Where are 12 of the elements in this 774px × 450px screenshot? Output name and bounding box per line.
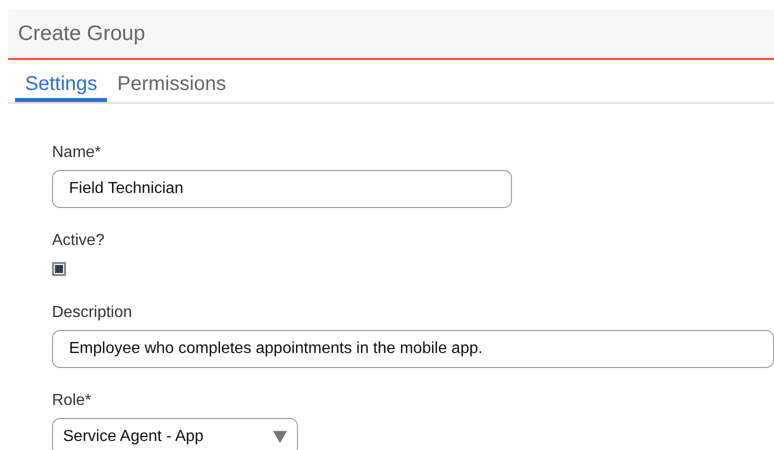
tab[interactable]: Permissions: [107, 60, 236, 102]
name-input[interactable]: Field Technician: [52, 170, 512, 208]
caret-icon: [273, 431, 287, 443]
page-title: Create Group: [18, 22, 146, 46]
active-checkbox[interactable]: [52, 262, 66, 276]
field-label: Role*: [52, 392, 92, 410]
role-select[interactable]: Service Agent - App: [52, 418, 298, 450]
tab[interactable]: Settings: [15, 60, 108, 102]
description-input[interactable]: Employee who completes appointments in the mobile app.: [52, 330, 774, 368]
field-label: Active?: [52, 232, 106, 250]
field-label: Name*: [52, 144, 102, 162]
field-label: Description: [52, 304, 134, 322]
